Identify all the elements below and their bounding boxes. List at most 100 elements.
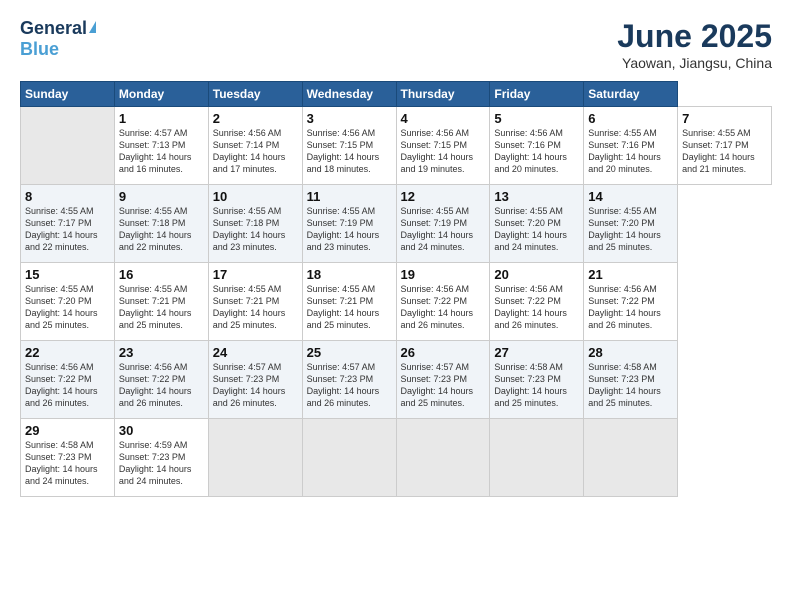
weekday-header-friday: Friday (490, 82, 584, 107)
logo: General Blue (20, 18, 96, 60)
table-row: 1Sunrise: 4:57 AMSunset: 7:13 PMDaylight… (114, 107, 208, 185)
table-row: 19Sunrise: 4:56 AMSunset: 7:22 PMDayligh… (396, 263, 490, 341)
day-number: 21 (588, 267, 673, 282)
day-info: Sunrise: 4:55 AMSunset: 7:18 PMDaylight:… (213, 205, 298, 254)
table-row: 30Sunrise: 4:59 AMSunset: 7:23 PMDayligh… (114, 419, 208, 497)
table-row: 24Sunrise: 4:57 AMSunset: 7:23 PMDayligh… (208, 341, 302, 419)
day-number: 12 (401, 189, 486, 204)
day-number: 26 (401, 345, 486, 360)
day-info: Sunrise: 4:56 AMSunset: 7:22 PMDaylight:… (401, 283, 486, 332)
day-number: 16 (119, 267, 204, 282)
day-info: Sunrise: 4:57 AMSunset: 7:23 PMDaylight:… (307, 361, 392, 410)
table-row: 20Sunrise: 4:56 AMSunset: 7:22 PMDayligh… (490, 263, 584, 341)
table-row: 15Sunrise: 4:55 AMSunset: 7:20 PMDayligh… (21, 263, 115, 341)
day-info: Sunrise: 4:56 AMSunset: 7:14 PMDaylight:… (213, 127, 298, 176)
title-block: June 2025 Yaowan, Jiangsu, China (617, 18, 772, 71)
weekday-header-sunday: Sunday (21, 82, 115, 107)
logo-icon (89, 21, 96, 33)
table-row: 10Sunrise: 4:55 AMSunset: 7:18 PMDayligh… (208, 185, 302, 263)
table-row (302, 419, 396, 497)
day-number: 1 (119, 111, 204, 126)
day-number: 2 (213, 111, 298, 126)
day-number: 17 (213, 267, 298, 282)
day-info: Sunrise: 4:56 AMSunset: 7:22 PMDaylight:… (588, 283, 673, 332)
day-number: 15 (25, 267, 110, 282)
table-row: 17Sunrise: 4:55 AMSunset: 7:21 PMDayligh… (208, 263, 302, 341)
day-info: Sunrise: 4:56 AMSunset: 7:15 PMDaylight:… (307, 127, 392, 176)
day-number: 24 (213, 345, 298, 360)
day-number: 10 (213, 189, 298, 204)
table-row: 11Sunrise: 4:55 AMSunset: 7:19 PMDayligh… (302, 185, 396, 263)
day-number: 11 (307, 189, 392, 204)
day-info: Sunrise: 4:55 AMSunset: 7:20 PMDaylight:… (25, 283, 110, 332)
day-info: Sunrise: 4:55 AMSunset: 7:19 PMDaylight:… (307, 205, 392, 254)
month-title: June 2025 (617, 18, 772, 55)
weekday-header-saturday: Saturday (584, 82, 678, 107)
day-info: Sunrise: 4:55 AMSunset: 7:19 PMDaylight:… (401, 205, 486, 254)
table-row: 5Sunrise: 4:56 AMSunset: 7:16 PMDaylight… (490, 107, 584, 185)
calendar-table: SundayMondayTuesdayWednesdayThursdayFrid… (20, 81, 772, 497)
day-number: 28 (588, 345, 673, 360)
day-number: 23 (119, 345, 204, 360)
table-row: 29Sunrise: 4:58 AMSunset: 7:23 PMDayligh… (21, 419, 115, 497)
day-info: Sunrise: 4:56 AMSunset: 7:22 PMDaylight:… (25, 361, 110, 410)
day-info: Sunrise: 4:56 AMSunset: 7:22 PMDaylight:… (494, 283, 579, 332)
day-number: 30 (119, 423, 204, 438)
day-number: 6 (588, 111, 673, 126)
table-row (584, 419, 678, 497)
table-row (208, 419, 302, 497)
day-info: Sunrise: 4:55 AMSunset: 7:20 PMDaylight:… (588, 205, 673, 254)
table-row: 21Sunrise: 4:56 AMSunset: 7:22 PMDayligh… (584, 263, 678, 341)
day-info: Sunrise: 4:58 AMSunset: 7:23 PMDaylight:… (494, 361, 579, 410)
day-number: 7 (682, 111, 767, 126)
table-row: 25Sunrise: 4:57 AMSunset: 7:23 PMDayligh… (302, 341, 396, 419)
day-info: Sunrise: 4:58 AMSunset: 7:23 PMDaylight:… (588, 361, 673, 410)
weekday-header-monday: Monday (114, 82, 208, 107)
table-row: 28Sunrise: 4:58 AMSunset: 7:23 PMDayligh… (584, 341, 678, 419)
day-info: Sunrise: 4:56 AMSunset: 7:15 PMDaylight:… (401, 127, 486, 176)
day-number: 20 (494, 267, 579, 282)
day-info: Sunrise: 4:55 AMSunset: 7:16 PMDaylight:… (588, 127, 673, 176)
day-number: 8 (25, 189, 110, 204)
table-row: 22Sunrise: 4:56 AMSunset: 7:22 PMDayligh… (21, 341, 115, 419)
table-row (21, 107, 115, 185)
day-number: 5 (494, 111, 579, 126)
weekday-header-wednesday: Wednesday (302, 82, 396, 107)
day-number: 22 (25, 345, 110, 360)
day-info: Sunrise: 4:56 AMSunset: 7:16 PMDaylight:… (494, 127, 579, 176)
table-row: 23Sunrise: 4:56 AMSunset: 7:22 PMDayligh… (114, 341, 208, 419)
table-row: 4Sunrise: 4:56 AMSunset: 7:15 PMDaylight… (396, 107, 490, 185)
weekday-header-thursday: Thursday (396, 82, 490, 107)
day-info: Sunrise: 4:57 AMSunset: 7:23 PMDaylight:… (401, 361, 486, 410)
day-info: Sunrise: 4:55 AMSunset: 7:17 PMDaylight:… (25, 205, 110, 254)
day-info: Sunrise: 4:55 AMSunset: 7:21 PMDaylight:… (119, 283, 204, 332)
day-info: Sunrise: 4:55 AMSunset: 7:20 PMDaylight:… (494, 205, 579, 254)
day-number: 29 (25, 423, 110, 438)
table-row: 9Sunrise: 4:55 AMSunset: 7:18 PMDaylight… (114, 185, 208, 263)
table-row: 18Sunrise: 4:55 AMSunset: 7:21 PMDayligh… (302, 263, 396, 341)
day-number: 18 (307, 267, 392, 282)
day-info: Sunrise: 4:55 AMSunset: 7:21 PMDaylight:… (307, 283, 392, 332)
table-row: 7Sunrise: 4:55 AMSunset: 7:17 PMDaylight… (678, 107, 772, 185)
table-row: 26Sunrise: 4:57 AMSunset: 7:23 PMDayligh… (396, 341, 490, 419)
day-info: Sunrise: 4:59 AMSunset: 7:23 PMDaylight:… (119, 439, 204, 488)
day-number: 9 (119, 189, 204, 204)
day-number: 14 (588, 189, 673, 204)
table-row: 27Sunrise: 4:58 AMSunset: 7:23 PMDayligh… (490, 341, 584, 419)
page-header: General Blue June 2025 Yaowan, Jiangsu, … (20, 18, 772, 71)
table-row: 2Sunrise: 4:56 AMSunset: 7:14 PMDaylight… (208, 107, 302, 185)
day-number: 3 (307, 111, 392, 126)
weekday-header-tuesday: Tuesday (208, 82, 302, 107)
logo-blue-text: Blue (20, 39, 59, 59)
day-info: Sunrise: 4:56 AMSunset: 7:22 PMDaylight:… (119, 361, 204, 410)
day-info: Sunrise: 4:55 AMSunset: 7:21 PMDaylight:… (213, 283, 298, 332)
table-row: 14Sunrise: 4:55 AMSunset: 7:20 PMDayligh… (584, 185, 678, 263)
table-row (396, 419, 490, 497)
day-info: Sunrise: 4:58 AMSunset: 7:23 PMDaylight:… (25, 439, 110, 488)
table-row: 6Sunrise: 4:55 AMSunset: 7:16 PMDaylight… (584, 107, 678, 185)
table-row (490, 419, 584, 497)
day-info: Sunrise: 4:55 AMSunset: 7:18 PMDaylight:… (119, 205, 204, 254)
day-info: Sunrise: 4:55 AMSunset: 7:17 PMDaylight:… (682, 127, 767, 176)
table-row: 13Sunrise: 4:55 AMSunset: 7:20 PMDayligh… (490, 185, 584, 263)
day-number: 25 (307, 345, 392, 360)
